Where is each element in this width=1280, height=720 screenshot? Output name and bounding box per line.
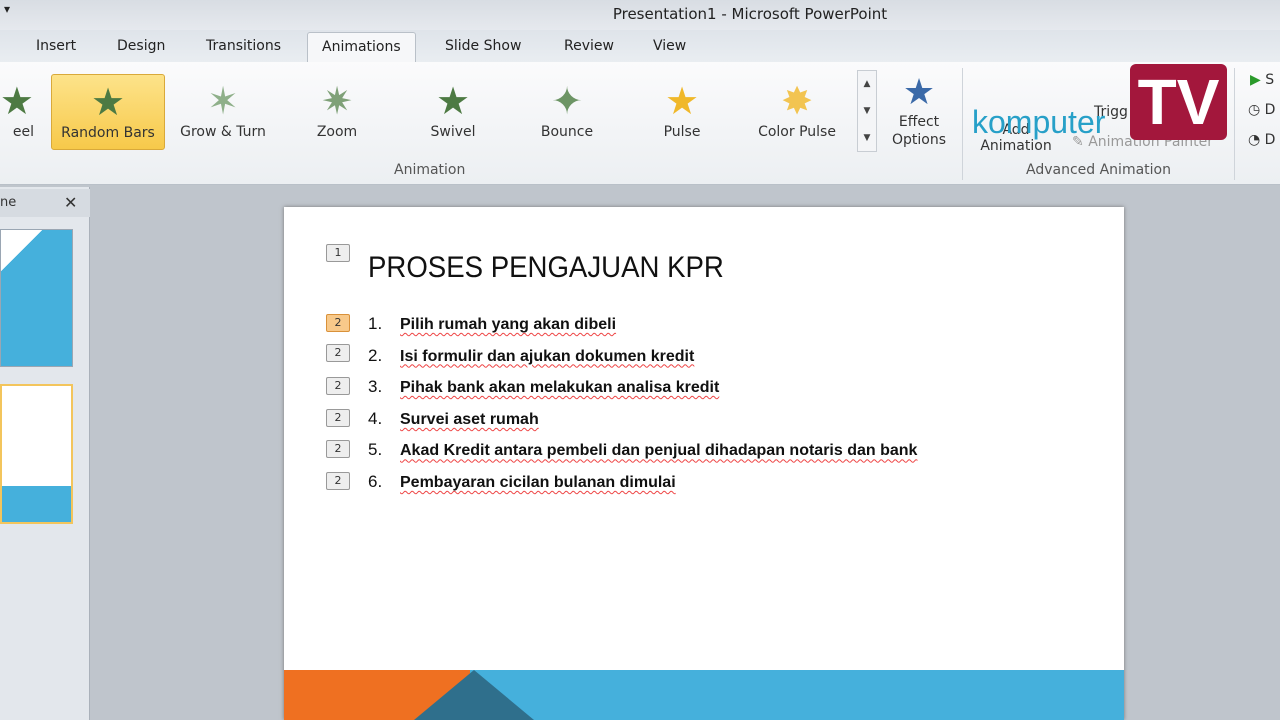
animation-tag[interactable]: 2 [326,343,350,362]
divider [1234,68,1235,180]
effect-grow-turn[interactable]: ✶ Grow & Turn [166,74,280,150]
tab-view[interactable]: View [639,32,700,62]
star-icon: ✸ [781,79,813,123]
item-text: Pembayaran cicilan bulanan dimulai [400,474,676,491]
animation-tag[interactable]: 2 [326,408,350,427]
duration-option[interactable]: ◷ D [1248,102,1275,118]
gallery-scrollbar[interactable]: ▲ ▼ ▼ [857,70,877,152]
clock-icon: ◔ [1248,132,1265,148]
start-option[interactable]: ▶ S [1250,72,1274,88]
window-title: Presentation1 - Microsoft PowerPoint [612,5,888,23]
list-item[interactable]: 1. Pilih rumah yang akan dibeli [368,314,616,334]
effect-pulse[interactable]: ★ Pulse [625,74,739,150]
clock-icon: ◷ [1248,102,1265,118]
effect-wheel[interactable]: ★ eel [0,74,34,150]
scroll-down-icon[interactable]: ▼ [858,98,876,125]
star-icon: ✷ [321,79,353,123]
tab-review[interactable]: Review [550,32,628,62]
ribbon-tabs: Insert Design Transitions Animations Sli… [0,30,1280,62]
watermark-logo: TV [1130,64,1227,140]
effect-random-bars[interactable]: ★ Random Bars [51,74,165,150]
slide-thumbnail-2[interactable] [0,384,73,524]
item-number: 3. [368,377,383,397]
list-item[interactable]: 3. Pihak bank akan melakukan analisa kred… [368,377,719,397]
star-icon: ✦ [551,79,583,123]
item-number: 5. [368,440,383,460]
play-icon: ▶ [1250,72,1266,88]
slide-title[interactable]: PROSES PENGAJUAN KPR [368,251,724,285]
effect-bounce[interactable]: ✦ Bounce [510,74,624,150]
scroll-up-icon[interactable]: ▲ [858,71,876,98]
star-icon: ★ [664,79,700,123]
star-icon: ★ [0,79,34,123]
animation-tag[interactable]: 2 [326,314,350,332]
item-number: 6. [368,472,383,491]
list-item[interactable]: 4. Survei aset rumah [368,409,539,429]
pane-header: ne ✕ [0,189,90,217]
slide-canvas[interactable]: 1 PROSES PENGAJUAN KPR 2 1. Pilih rumah ya… [284,207,1124,720]
slide-thumbnail-1[interactable] [0,229,73,367]
effect-options-button[interactable]: ★ Effect Options [880,72,958,149]
watermark-text: komputer [972,104,1106,140]
item-text: Isi formulir dan ajukan dokumen kredit [400,347,695,365]
item-number: 1. [368,314,383,333]
delay-option[interactable]: ◔ D [1248,132,1275,148]
item-number: 2. [368,345,383,365]
star-icon: ★ [435,79,471,123]
animation-tag[interactable]: 2 [326,377,350,396]
item-number: 4. [368,408,383,428]
list-item[interactable]: 2. Isi formulir dan ajukan dokumen kredit [368,346,694,366]
effect-color-pulse[interactable]: ✸ Color Pulse [740,74,854,150]
animation-tag[interactable]: 2 [326,472,350,490]
slides-pane: ne ✕ [0,187,90,720]
triangle-shape [414,670,534,720]
list-item[interactable]: 5. Akad Kredit antara pembeli dan penjual… [368,440,917,460]
tab-transitions[interactable]: Transitions [192,32,295,62]
gallery-more-icon[interactable]: ▼ [858,125,876,152]
divider [962,68,963,180]
group-label-advanced-animation: Advanced Animation [1026,162,1171,178]
animation-tag[interactable]: 2 [326,440,350,459]
item-text: Akad Kredit antara pembeli dan penjual d… [400,442,918,460]
effect-zoom[interactable]: ✷ Zoom [280,74,394,150]
item-text: Pihak bank akan melakukan analisa kredit [400,379,720,397]
ribbon: ★ eel ★ Random Bars ✶ Grow & Turn ✷ Zoom ★ Sw… [0,62,1280,185]
tab-insert[interactable]: Insert [22,32,90,62]
star-icon: ★ [902,72,936,113]
close-icon[interactable]: ✕ [64,189,77,217]
tab-animations[interactable]: Animations [307,32,416,62]
list-item[interactable]: 6. Pembayaran cicilan bulanan dimulai [368,472,676,492]
footer-band [284,670,1124,720]
tab-slide-show[interactable]: Slide Show [431,32,535,62]
item-text: Survei aset rumah [400,410,539,428]
tab-design[interactable]: Design [103,32,179,62]
item-text: Pilih rumah yang akan dibeli [400,316,617,333]
group-label-animation: Animation [394,162,466,178]
star-icon: ✶ [207,79,239,123]
title-bar: ▾ Presentation1 - Microsoft PowerPoint [0,0,1280,30]
animation-tag[interactable]: 1 [326,244,350,262]
star-icon: ★ [90,80,126,124]
effect-swivel[interactable]: ★ Swivel [396,74,510,150]
